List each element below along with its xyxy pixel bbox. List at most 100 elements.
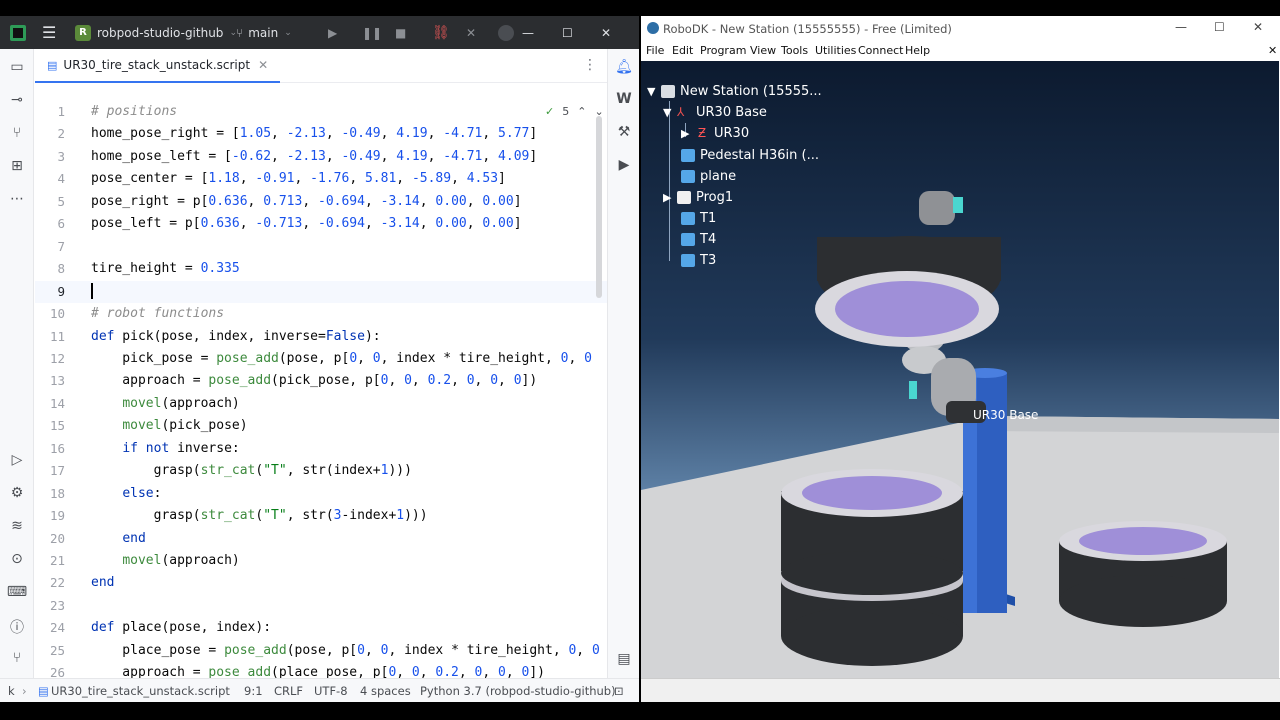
code-line[interactable]: 8 tire_height = 0.335: [35, 258, 607, 280]
code-line[interactable]: 22 end: [35, 572, 607, 594]
menu-help[interactable]: Help: [905, 44, 930, 57]
code-line[interactable]: 2 home_pose_right = [1.05, -2.13, -0.49, …: [35, 123, 607, 145]
menu-tools[interactable]: Tools: [781, 44, 808, 57]
tree-item-ur30-base[interactable]: ▼ ⅄ UR30 Base: [663, 102, 767, 122]
tree-item-prog1[interactable]: ▶ Prog1: [663, 187, 733, 207]
tree-item-t4[interactable]: T4: [681, 229, 716, 249]
close-document-icon[interactable]: ✕: [1268, 44, 1277, 57]
expanded-arrow-icon[interactable]: ▼: [663, 106, 677, 119]
robodk-plugin-icon[interactable]: ⛓: [432, 16, 450, 49]
maximize-icon[interactable]: ☐: [562, 16, 598, 49]
robot-arm-icon[interactable]: ⚒: [608, 124, 639, 140]
folder-icon[interactable]: ▭: [0, 59, 34, 75]
avatar[interactable]: [498, 16, 514, 49]
line-endings[interactable]: CRLF: [274, 684, 303, 698]
notifications-icon[interactable]: 🔔︎: [608, 59, 639, 75]
structure-icon[interactable]: ⊞: [0, 158, 34, 174]
object-icon: [681, 253, 695, 267]
run-icon[interactable]: ▶: [328, 16, 337, 49]
main-menu-icon[interactable]: ☰: [42, 16, 56, 49]
python-console-icon[interactable]: ⚙: [0, 485, 34, 501]
code-line[interactable]: 23: [35, 595, 607, 617]
problems-icon[interactable]: ⓘ: [0, 617, 34, 637]
code-line[interactable]: 15 movel(pick_pose): [35, 415, 607, 437]
disconnect-icon[interactable]: ✕: [466, 16, 476, 49]
python-interpreter[interactable]: Python 3.7 (robpod-studio-github): [420, 684, 616, 698]
menu-connect[interactable]: Connect: [858, 44, 903, 57]
pull-request-icon[interactable]: ⑂: [0, 125, 34, 141]
collapsed-arrow-icon[interactable]: ▶: [663, 191, 677, 204]
close-icon[interactable]: ✕: [601, 16, 637, 49]
code-line[interactable]: 7: [35, 236, 607, 258]
file-encoding[interactable]: UTF-8: [314, 684, 348, 698]
code-line[interactable]: 13 approach = pose_add(pick_pose, p[0, 0…: [35, 370, 607, 392]
run-config-icon[interactable]: ▷: [0, 452, 34, 468]
tree-item-ur30[interactable]: ▶ Ƶ UR30: [681, 123, 749, 143]
code-editor[interactable]: ✓ 5 ⌃ ⌄ 1 # positions 2 home_pose_right = […: [35, 101, 607, 685]
minimize-icon[interactable]: —: [1175, 20, 1187, 34]
caret-position[interactable]: 9:1: [244, 684, 263, 698]
code-line[interactable]: 1 # positions: [35, 101, 607, 123]
stop-icon[interactable]: ■: [395, 16, 406, 49]
code-line[interactable]: 25 place_pose = pose_add(pose, p[0, 0, i…: [35, 640, 607, 662]
code-line[interactable]: 5 pose_right = p[0.636, 0.713, -0.694, -3…: [35, 191, 607, 213]
git-icon[interactable]: ⑂: [0, 650, 34, 666]
tree-item-station[interactable]: ▼ New Station (15555...: [647, 81, 822, 101]
maximize-icon[interactable]: ☐: [1214, 20, 1225, 34]
close-icon[interactable]: ✕: [1253, 20, 1263, 34]
indent-setting[interactable]: 4 spaces: [360, 684, 411, 698]
menu-view[interactable]: View: [750, 44, 776, 57]
code-line[interactable]: 21 movel(approach): [35, 550, 607, 572]
menu-program[interactable]: Program: [700, 44, 746, 57]
code-line[interactable]: 4 pose_center = [1.18, -0.91, -1.76, 5.81…: [35, 168, 607, 190]
lock-icon[interactable]: ⊡: [614, 684, 624, 698]
3d-viewport[interactable]: ▼ New Station (15555... ▼ ⅄ UR30 Base ▶ …: [641, 61, 1279, 678]
menu-bar: File Edit Program View Tools Utilities C…: [641, 41, 1280, 61]
branch-selector[interactable]: ⑂ main ⌄: [236, 16, 292, 49]
code-line[interactable]: 9: [35, 280, 607, 303]
pause-icon[interactable]: ❚❚: [362, 16, 382, 49]
more-options-icon[interactable]: ⋮: [583, 57, 597, 73]
code-line[interactable]: 11 def pick(pose, index, inverse=False):: [35, 326, 607, 348]
station-icon: [661, 84, 675, 98]
terminal-icon[interactable]: ⌨: [0, 584, 34, 600]
tree-item-t1[interactable]: T1: [681, 208, 716, 228]
commit-icon[interactable]: ⊸: [0, 92, 34, 108]
code-line[interactable]: 3 home_pose_left = [-0.62, -2.13, -0.49, …: [35, 146, 607, 168]
breadcrumb-prefix[interactable]: k: [8, 684, 15, 698]
breadcrumb-file[interactable]: UR30_tire_stack_unstack.script: [51, 684, 230, 698]
tab-editor-file[interactable]: ▤ UR30_tire_stack_unstack.script ✕: [35, 49, 281, 83]
menu-edit[interactable]: Edit: [672, 44, 693, 57]
code-line[interactable]: 17 grasp(str_cat("T", str(index+1))): [35, 460, 607, 482]
code-line[interactable]: 20 end: [35, 528, 607, 550]
tree-item-plane[interactable]: plane: [681, 166, 736, 186]
wordpress-icon[interactable]: W: [608, 91, 639, 107]
code-line[interactable]: 19 grasp(str_cat("T", str(3-index+1))): [35, 505, 607, 527]
more-icon[interactable]: ⋯: [0, 191, 34, 207]
code-line[interactable]: 6 pose_left = p[0.636, -0.713, -0.694, -3…: [35, 213, 607, 235]
tree-item-t3[interactable]: T3: [681, 250, 716, 270]
code-line[interactable]: 24 def place(pose, index):: [35, 617, 607, 639]
app-logo[interactable]: [10, 16, 26, 49]
tree-item-pedestal[interactable]: Pedestal H36in (...: [681, 145, 819, 165]
minimize-icon[interactable]: —: [522, 16, 558, 49]
layers-icon[interactable]: ≋: [0, 518, 34, 534]
code-line[interactable]: 14 movel(approach): [35, 393, 607, 415]
services-icon[interactable]: ⊙: [0, 551, 34, 567]
code-line[interactable]: 16 if not inverse:: [35, 438, 607, 460]
code-text: place_pose = pose_add(pose, p[0, 0, inde…: [91, 642, 600, 658]
stack-tire-lower-bottom: [781, 606, 963, 666]
close-tab-icon[interactable]: ✕: [258, 58, 268, 72]
menu-utilities[interactable]: Utilities: [815, 44, 856, 57]
collapsed-arrow-icon[interactable]: ▶: [681, 127, 695, 140]
code-line[interactable]: 18 else:: [35, 483, 607, 505]
code-line[interactable]: 10 # robot functions: [35, 303, 607, 325]
code-line[interactable]: 12 pick_pose = pose_add(pose, p[0, 0, in…: [35, 348, 607, 370]
project-selector[interactable]: R robpod-studio-github ⌄: [75, 16, 237, 49]
preview-icon[interactable]: ▶: [608, 157, 639, 173]
code-text: pose_left = p[0.636, -0.713, -0.694, -3.…: [91, 216, 522, 232]
menu-file[interactable]: File: [646, 44, 664, 57]
expanded-arrow-icon[interactable]: ▼: [647, 85, 661, 98]
database-icon[interactable]: ▤: [608, 651, 639, 667]
vertical-scrollbar[interactable]: [596, 116, 602, 298]
